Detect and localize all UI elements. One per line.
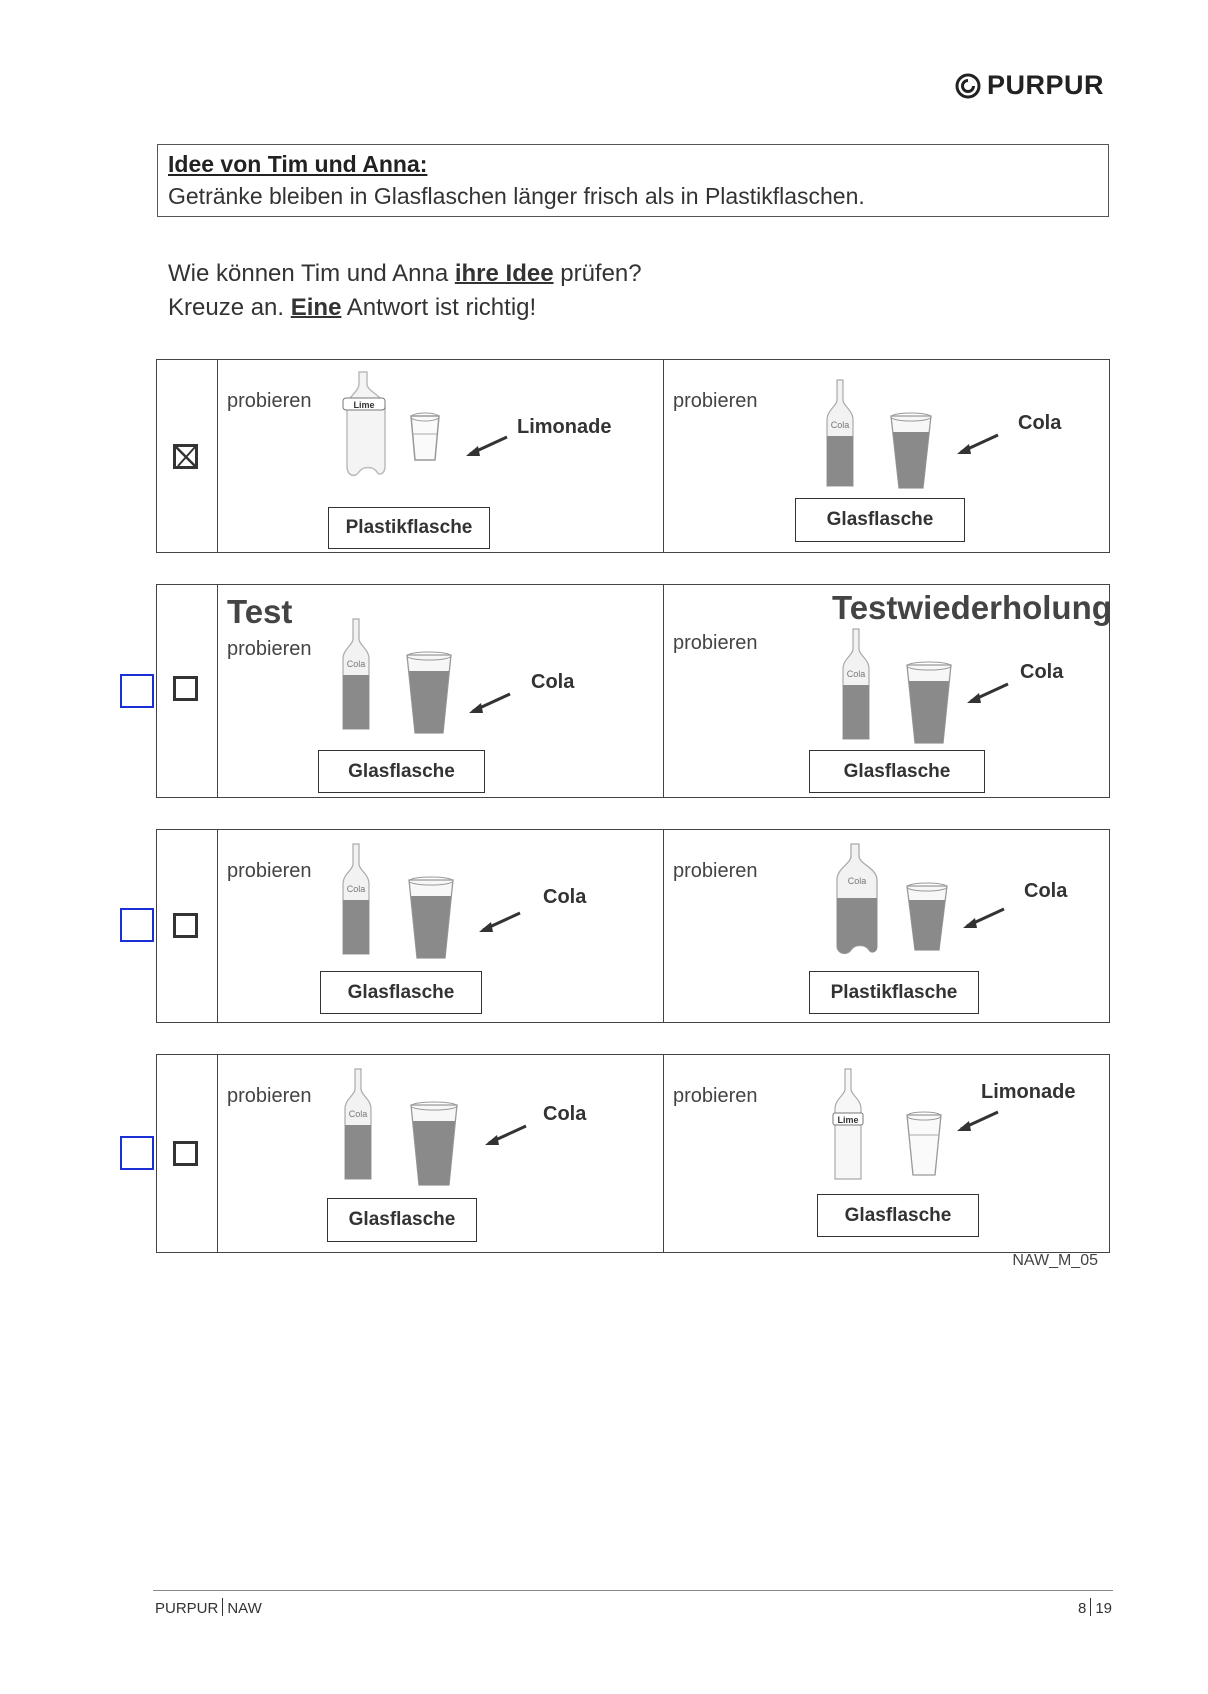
plastic-bottle-illustration: Lime <box>342 371 440 477</box>
cell-divider <box>663 360 664 552</box>
total-pages: 19 <box>1095 1600 1112 1617</box>
bottle-type-label: Glasflasche <box>320 971 482 1014</box>
question-line1-a: Wie können Tim und Anna <box>168 260 455 287</box>
brand-name: PURPUR <box>987 70 1105 100</box>
option-3-checkbox[interactable] <box>173 913 198 938</box>
purpur-logo: PURPUR <box>955 70 1104 101</box>
verb-label: probieren <box>227 390 312 412</box>
glass-bottle-illustration: Cola <box>826 379 932 489</box>
question-emphasis-eine: Eine <box>290 294 342 321</box>
cell-divider <box>663 585 664 797</box>
checkbox-cell <box>157 1055 218 1252</box>
question-emphasis-idea: ihre Idee <box>454 260 554 287</box>
swirl-icon <box>955 73 981 98</box>
drink-label: Cola <box>1020 661 1064 683</box>
idea-text: Getränke bleiben in Glasflaschen länger … <box>168 183 865 209</box>
verb-label: probieren <box>673 1085 758 1107</box>
drink-label: Cola <box>531 671 575 693</box>
drink-label: Cola <box>543 886 587 908</box>
bottle-type-label: Plastikflasche <box>328 507 490 549</box>
arrow-icon <box>469 692 511 713</box>
glass-bottle-illustration: Cola <box>344 1068 458 1186</box>
footer-separator <box>1090 1598 1092 1616</box>
footer-subject: NAW <box>227 1600 262 1617</box>
question-line2-b: Antwort ist richtig! <box>341 294 537 321</box>
footer-divider <box>153 1590 1113 1591</box>
drink-label: Cola <box>1018 412 1062 434</box>
checkbox-cell <box>157 585 218 797</box>
bottle-tag-text: Cola <box>347 884 366 894</box>
question: Wie können Tim und Anna ihre Idee prüfen… <box>168 257 642 325</box>
option-4-checkbox[interactable] <box>173 1141 198 1166</box>
glass-bottle-illustration: Cola <box>842 628 952 744</box>
arrow-icon <box>479 911 521 932</box>
plastic-bottle-illustration: Cola <box>836 843 948 955</box>
bottle-type-label: Plastikflasche <box>809 971 979 1014</box>
bottle-type-label: Glasflasche <box>795 498 965 542</box>
arrow-icon <box>466 435 508 456</box>
option-4-selection-box[interactable] <box>120 1136 154 1170</box>
bottle-type-label: Glasflasche <box>809 750 985 793</box>
verb-label: probieren <box>673 632 758 654</box>
current-page: 8 <box>1077 1600 1087 1617</box>
arrow-icon <box>957 433 999 454</box>
option-3-selection-box[interactable] <box>120 908 154 942</box>
glass-bottle-illustration: Lime <box>832 1068 942 1180</box>
glass-bottle-illustration: Cola <box>342 618 452 734</box>
arrow-icon <box>963 907 1005 928</box>
bottle-type-label: Glasflasche <box>318 750 485 793</box>
bottle-tag-text: Cola <box>349 1109 368 1119</box>
bottle-type-label: Glasflasche <box>327 1198 477 1242</box>
footer-left: PURPUR NAW <box>155 1598 262 1617</box>
option-row-2: Test probieren Cola Cola Glasflasche Tes… <box>156 584 1112 798</box>
verb-label: probieren <box>673 390 758 412</box>
arrow-icon <box>957 1110 999 1131</box>
footer-brand: PURPUR <box>155 1600 219 1617</box>
page-number: 8 19 <box>1078 1598 1112 1617</box>
bottle-tag-text: Cola <box>847 669 866 679</box>
verb-label: probieren <box>227 1085 312 1107</box>
option-row-3: probieren Cola Cola Glasflasche probiere… <box>156 829 1110 1023</box>
verb-label: probieren <box>227 860 312 882</box>
footer-separator <box>222 1598 224 1616</box>
bottle-tag-text: Cola <box>831 420 850 430</box>
verb-label: probieren <box>673 860 758 882</box>
idea-title: Idee von Tim und Anna: <box>168 151 428 177</box>
item-code: NAW_M_05 <box>1012 1252 1098 1269</box>
drink-label: Limonade <box>981 1081 1076 1103</box>
bottle-tag-text: Lime <box>837 1115 858 1125</box>
check-cross-icon <box>174 445 197 468</box>
cell-divider <box>663 1055 664 1252</box>
glass-bottle-illustration: Cola <box>342 843 454 959</box>
cell-divider <box>663 830 664 1022</box>
drink-label: Cola <box>1024 880 1068 902</box>
option-row-4: probieren Cola Cola Glasflasche probiere… <box>156 1054 1110 1253</box>
option-2-checkbox[interactable] <box>173 676 198 701</box>
idea-box: Idee von Tim und Anna: Getränke bleiben … <box>157 144 1109 217</box>
arrow-icon <box>485 1124 527 1145</box>
bottle-tag-text: Cola <box>848 876 867 886</box>
option-1-checkbox[interactable] <box>173 444 198 469</box>
checkbox-cell <box>157 360 218 552</box>
arrow-icon <box>967 682 1009 703</box>
test-repeat-heading: Testwiederholung <box>832 589 1112 626</box>
drink-label: Limonade <box>517 416 612 438</box>
checkbox-cell <box>157 830 218 1022</box>
verb-label: probieren <box>227 638 312 660</box>
bottle-tag-text: Lime <box>353 400 374 410</box>
option-2-selection-box[interactable] <box>120 674 154 708</box>
question-line2-a: Kreuze an. <box>168 294 291 321</box>
bottle-tag-text: Cola <box>347 659 366 669</box>
bottle-type-label: Glasflasche <box>817 1194 979 1237</box>
option-row-1: probieren Lime Limonade Plastikflasche p… <box>156 359 1110 553</box>
question-line1-b: prüfen? <box>553 260 642 287</box>
drink-label: Cola <box>543 1103 587 1125</box>
test-heading: Test <box>227 593 293 630</box>
